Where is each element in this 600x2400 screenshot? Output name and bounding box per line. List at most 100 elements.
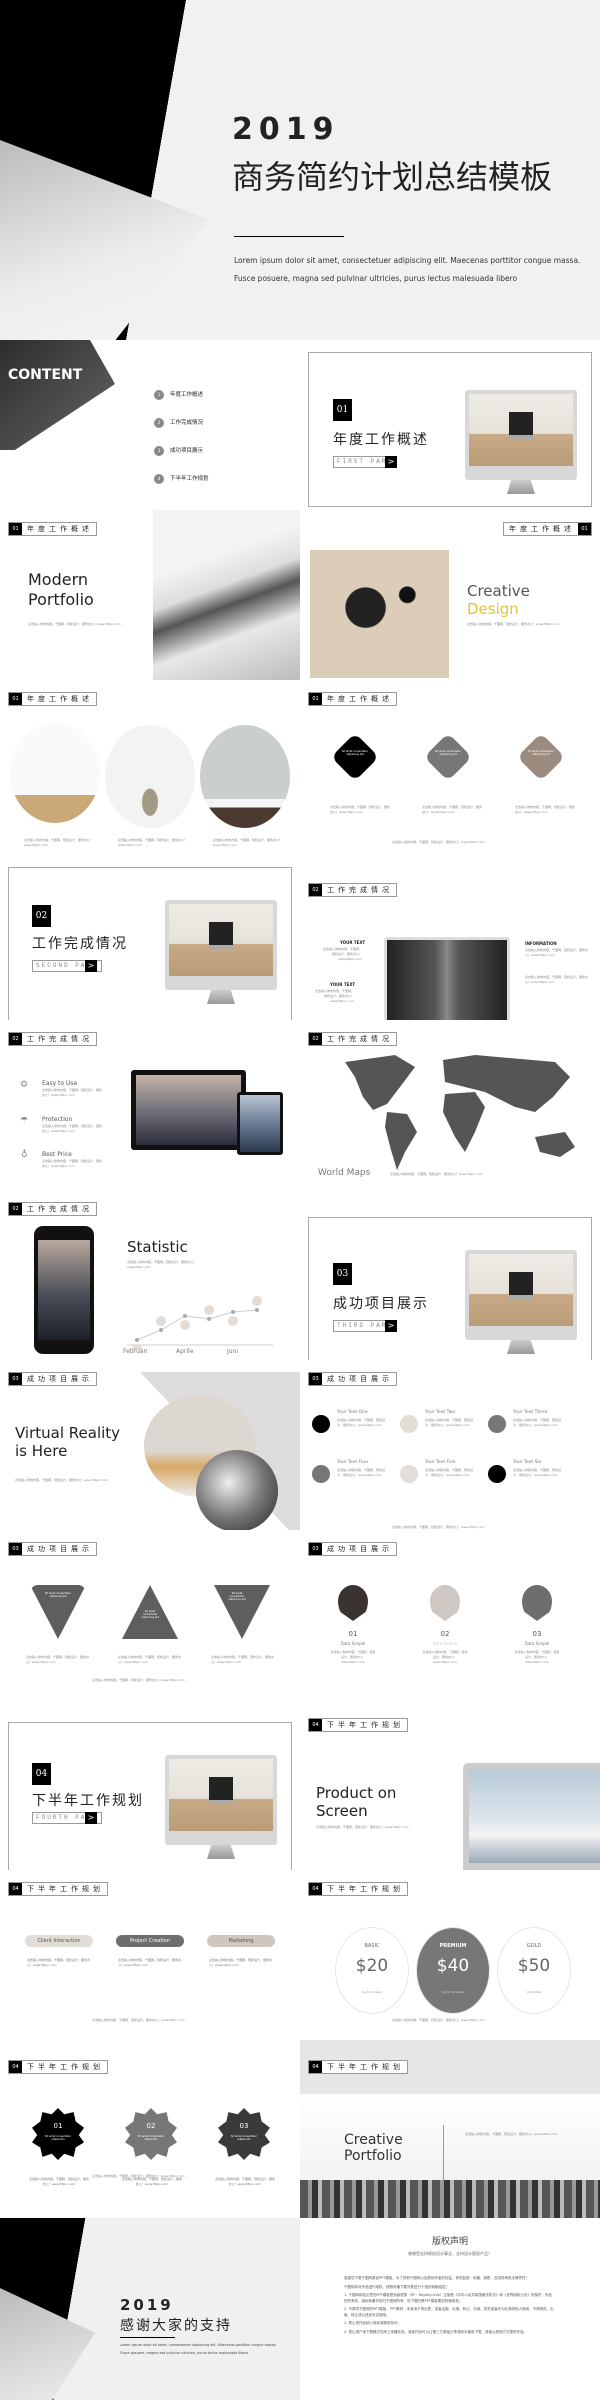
- your-text-label: YOUR TEXT: [330, 982, 356, 987]
- pricing-plan-card[interactable]: BASIC $20 Up to 5 Users: [335, 1927, 409, 2014]
- contents-title: 下半年工作规划: [170, 476, 209, 482]
- placeholder-text: 点击输入你的内容，千图网，轻松设计，服务办公！www.58pic.com: [211, 1655, 275, 1664]
- city-skyline-image: [300, 2180, 600, 2218]
- shapes-slide: 03 成功项目展示 Sit amet consectetur adipiscing…: [0, 1530, 300, 1700]
- badge-number: 01: [53, 2122, 63, 2130]
- contents-title: 成功项目展示: [170, 448, 204, 454]
- plan-price: $20: [355, 1956, 389, 1976]
- vr-title: Virtual Reality is Here: [15, 1424, 121, 1460]
- month-label: Juni: [227, 1348, 239, 1355]
- next-arrow-button[interactable]: >: [385, 1320, 397, 1332]
- section-tag: 04 下半年工作规划: [308, 1718, 408, 1732]
- next-arrow-button[interactable]: >: [385, 456, 397, 468]
- world-map-slide: 02 工作完成情况 World Maps 点击输入你的内容，千图网，轻松设计，服务…: [300, 1020, 600, 1190]
- section-tag: 01 年度工作概述: [8, 522, 97, 536]
- section-04-slide: 04 下半年工作规划 FOURTH PART >: [0, 1700, 300, 1870]
- pin-number: 01: [348, 1630, 358, 1638]
- placeholder-text: 点击输入你的内容，千图网，轻松设计，服务办公！www.58pic.com: [467, 622, 560, 626]
- cover-slide: 2019 商务简约计划总结模板 Lorem ipsum dolor sit am…: [0, 0, 600, 340]
- monitor-image: [465, 1250, 577, 1358]
- feature-title: Best Price: [42, 1151, 72, 1158]
- placeholder-text: 点击输入你的内容，千图网，轻松设计，服务办公！www.58pic.com: [118, 1958, 182, 1967]
- placeholder-text: 点击输入你的内容，千图网，轻松设计，服务办公！www.58pic.com: [127, 1260, 197, 1269]
- bubble: [228, 1316, 238, 1326]
- data-point: [135, 1338, 139, 1342]
- lamp-photo: [10, 723, 100, 823]
- plan-pill-button[interactable]: Marketing: [207, 1935, 275, 1947]
- gear-icon: ⚙: [20, 1080, 29, 1090]
- cover-year: 2019: [232, 112, 340, 147]
- pin-label: Data Simple: [340, 1641, 366, 1646]
- placeholder-text: 点击输入你的内容，千图网，轻松设计，服务办公！www.58pic.com: [392, 2018, 485, 2022]
- plan-note: Up to 5 Users: [361, 1990, 383, 1994]
- section-number: 04: [32, 1763, 51, 1785]
- section-tag: 04 下半年工作规划: [308, 2060, 408, 2074]
- creative-title: Creative Design: [467, 582, 530, 618]
- vertical-divider: [443, 2125, 444, 2185]
- contents-number: 4: [154, 474, 164, 484]
- shape-text: Sit amet consectetur adipiscing elit: [141, 1610, 159, 1619]
- desk-laptop-image: [153, 510, 300, 680]
- placeholder-text: 点击输入你的内容，千图网，轻松设计，服务办公！www.58pic.com: [28, 2177, 89, 2186]
- chair-photo: [105, 725, 195, 828]
- bubble: [252, 1296, 262, 1306]
- contents-title: 年度工作概述: [170, 392, 204, 398]
- copyright-body: 感谢您下载千图网原创PPT模板，为了您和千图网以及原创作者的利益，请勿复制、传播…: [344, 2276, 554, 2338]
- your-text-label: YOUR TEXT: [340, 940, 366, 945]
- plan-price: $40: [436, 1956, 470, 1976]
- cups-photo: [200, 725, 290, 828]
- placeholder-text: 点击输入你的内容，千图网，轻松设计，服务办公！www.58pic.com: [514, 1650, 560, 1664]
- cover-divider: [234, 236, 344, 237]
- placeholder-text: 点击输入你的内容，千图网，轻松设计，服务办公！www.58pic.com: [337, 1418, 386, 1427]
- next-arrow-button[interactable]: >: [85, 1812, 97, 1824]
- product-on-screen-slide: 04 下半年工作规划 Product on Screen 点击输入你的内容，千图网，…: [300, 1700, 600, 1870]
- contents-number: 2: [154, 418, 164, 428]
- pricing-plan-card[interactable]: PREMIUM $40 Up to 50 Users: [416, 1927, 490, 2014]
- section-number: 03: [333, 1263, 352, 1285]
- pricing-plan-card[interactable]: GOLD $50 Unlimited: [497, 1927, 571, 2014]
- placeholder-text: 点击输入你的内容，千图网，轻松设计，服务办公！www.58pic.com: [42, 1124, 103, 1133]
- umbrella-icon: ☂: [20, 1116, 29, 1126]
- world-map: [345, 1055, 575, 1170]
- item-title: Your Text One: [337, 1410, 368, 1415]
- laptop-image: [131, 1070, 246, 1150]
- plan-pill-button[interactable]: Project Creation: [116, 1935, 184, 1947]
- plan-price: $50: [517, 1956, 551, 1976]
- section-title: 年度工作概述: [333, 432, 429, 448]
- placeholder-text: 点击输入你的内容，千图网，轻松设计，服务办公！www.58pic.com: [28, 622, 121, 626]
- placeholder-text: 点击输入你的内容，千图网，轻松设计，服务办公！www.58pic.com: [515, 805, 576, 814]
- section-tag: 02 工作完成情况: [308, 1032, 397, 1046]
- item-icon: [488, 1465, 506, 1483]
- placeholder-text: 点击输入你的内容，千图网，轻松设计，服务办公！www.58pic.com: [92, 2018, 185, 2022]
- thanks-title: 感谢大家的支持: [120, 2318, 232, 2334]
- section-tag: 02 工作完成情况: [8, 1202, 97, 1216]
- section-number: 02: [32, 905, 51, 927]
- placeholder-text: 点击输入你的内容，千图网，轻松设计，服务办公！www.58pic.com: [525, 948, 589, 957]
- placeholder-text: 点击输入你的内容，千图网，轻松设计，服务办公！www.58pic.com: [26, 1655, 90, 1664]
- badge-shape: 03 Sit amet consectetur adipiscodo: [218, 2108, 270, 2160]
- placeholder-text: 点击输入你的内容，千图网，轻松设计，服务办公！www.58pic.com: [213, 838, 283, 847]
- badges-slide: 04 下半年工作规划 01 Sit amet consectetur adipisc…: [0, 2040, 300, 2210]
- plan-pill-button[interactable]: Client Interaction: [25, 1935, 93, 1947]
- copyright-paragraph: 1. 千图网网站出售的PPT模板是免版税类（RF：Royalty-free）正版…: [344, 2293, 552, 2303]
- features-slide: 02 工作完成情况 ⚙ Easy to Use 点击输入你的内容，千图网，轻松设计…: [0, 1020, 300, 1190]
- placeholder-text: 点击输入你的内容，千图网，轻松设计，服务办公！www.58pic.com: [314, 989, 354, 1003]
- city-monitor-image: [384, 937, 510, 1020]
- series-line: [136, 1309, 258, 1341]
- portfolio-title: Creative Portfolio: [344, 2132, 403, 2164]
- next-arrow-button[interactable]: >: [85, 960, 97, 972]
- lightbulb-icon: ♁: [21, 1150, 28, 1160]
- placeholder-text: 点击输入你的内容，千图网，轻松设计，服务办公！www.58pic.com: [92, 2174, 185, 2178]
- thanks-desc: Lorem ipsum dolor sit amet, consectetuer…: [120, 2343, 277, 2347]
- placeholder-text: 点击输入你的内容，千图网，轻松设计，服务办公！www.58pic.com: [24, 838, 94, 847]
- shape-text: Sit amet consectetur adipiscing elit: [228, 1592, 246, 1601]
- monitor-image: [165, 900, 277, 1008]
- badge-text: Sit amet consectetur adipiscodo: [230, 2135, 258, 2141]
- monitor-image: [465, 390, 577, 498]
- contents-title: 工作完成情况: [170, 420, 204, 426]
- data-point: [159, 1328, 163, 1332]
- item-icon: [312, 1415, 330, 1433]
- flower-photo: [196, 1450, 278, 1530]
- badge-shape: 01 Sit amet consectetur adipiscodo: [32, 2108, 84, 2160]
- badge-number: 03: [239, 2122, 249, 2130]
